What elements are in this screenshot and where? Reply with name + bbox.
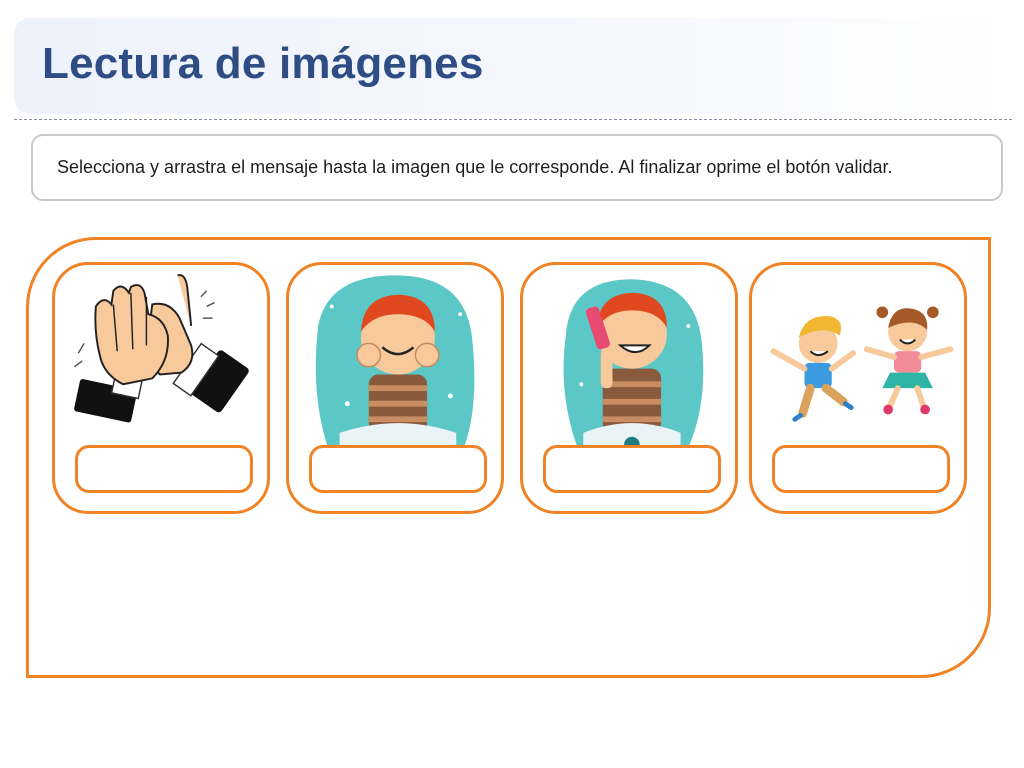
image-card-clapping [52,262,270,514]
drop-zone[interactable] [543,445,721,493]
instructions-text: Selecciona y arrastra el mensaje hasta l… [57,157,893,177]
drop-zone[interactable] [75,445,253,493]
divider [14,119,1012,120]
clapping-hands-icon [74,274,249,423]
boy-brushing-hair-icon [563,279,704,450]
image-card-jumping [749,262,967,514]
children-jumping-icon [770,306,954,422]
drop-zone[interactable] [309,445,487,493]
image-card-brushing-hair [520,262,738,514]
boy-washing-face-icon [315,275,475,448]
drop-zone[interactable] [772,445,950,493]
image-card-washing-face [286,262,504,514]
instructions-box: Selecciona y arrastra el mensaje hasta l… [31,134,1003,201]
page-title: Lectura de imágenes [42,39,484,88]
